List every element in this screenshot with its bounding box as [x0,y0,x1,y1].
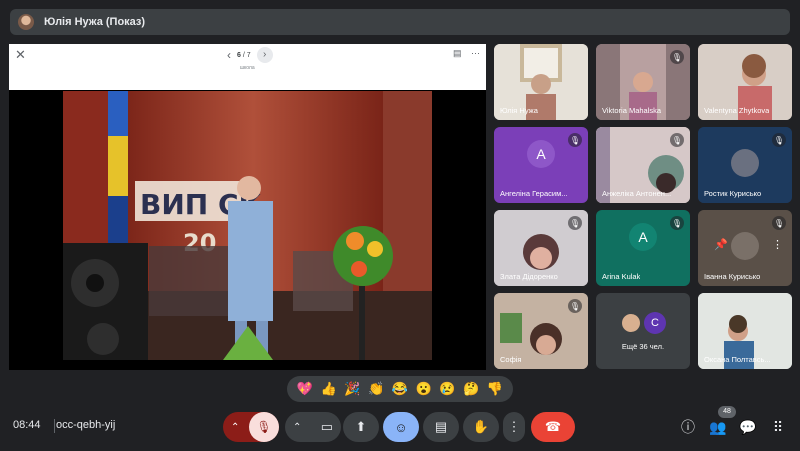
slide-subtitle: школа [240,65,255,71]
participants-count-badge: 48 [718,406,736,418]
participant-name: Ангеліна Герасим... [500,189,568,198]
participant-tile[interactable]: 🎙 Софія [494,293,588,369]
presentation-area: ✕ ‹ 6 / 7 › школа ▤ ⋯ ВИП СК 20 [9,44,486,370]
notes-icon[interactable]: ▤ [453,48,462,59]
participant-name: Ростик Курисько [704,189,762,198]
participant-name: Оксана Полтавсь... [704,355,771,364]
people-icon[interactable]: 👥 [709,418,727,436]
presentation-banner: Юлія Нужа (Показ) [10,9,790,35]
participant-avatar: A [629,223,657,252]
presentation-toolbar: ✕ ‹ 6 / 7 › школа ▤ ⋯ [9,44,486,90]
mic-off-icon: 🎙 [568,216,582,230]
mic-off-icon: 🎙 [772,216,786,230]
participant-tile[interactable]: A 🎙 Arina Kulak [596,210,690,286]
present-screen-icon: ⬆ [355,419,367,434]
captions-icon: ▤ [434,419,448,434]
mic-control-group: ⌃ 🎙 [223,412,279,442]
camera-control-group: ⌃ ▭ [285,412,341,442]
previous-slide-icon[interactable]: ‹ [227,48,231,62]
participant-tile[interactable]: Оксана Полтавсь... [698,293,792,369]
meeting-info-icon[interactable]: ⓘ [679,418,697,436]
reaction-clap[interactable]: 👏 [368,381,384,397]
activities-icon[interactable]: ⠿ [769,418,787,436]
clock: 08:44 [13,419,41,431]
raise-hand-button[interactable]: ✋ [463,412,499,442]
mic-off-icon: 🎙 [568,133,582,147]
reaction-heart[interactable]: 💖 [297,381,313,397]
participant-name: Іванна Курисько [704,272,761,281]
camera-icon[interactable]: ▭ [321,419,333,435]
participant-tile[interactable]: Valentyna Zhytkova [698,44,792,120]
next-slide-icon[interactable]: › [256,47,273,63]
hand-icon: ✋ [472,419,490,434]
participant-avatar: C [644,312,666,334]
participant-tile[interactable]: 🎙 Анжеліка Антонен... [596,127,690,203]
slide-navigation: ‹ 6 / 7 › [227,47,273,63]
control-bar: 08:44 occ-qebh-yij ⌃ 🎙 ⌃ ▭ ⬆ ☺ ▤ ✋ ⋮ ☎ ⓘ… [0,405,800,451]
reaction-thinking[interactable]: 🤔 [463,381,479,397]
slide-counter: 6 / 7 [237,51,251,59]
more-vert-icon: ⋮ [507,419,521,434]
presenter-avatar [18,14,34,30]
audio-options-chevron-icon[interactable]: ⌃ [231,422,239,433]
mic-off-icon[interactable]: 🎙 [249,412,279,442]
participant-tile[interactable]: 🎙 📌 ⋮ Іванна Курисько [698,210,792,286]
mic-off-icon: 🎙 [568,299,582,313]
meeting-code: occ-qebh-yij [56,419,116,431]
graduation-photo: ВИП СК 20 [63,91,432,360]
participant-avatar [620,312,642,334]
present-now-button[interactable]: ⬆ [343,412,379,442]
video-options-chevron-icon[interactable]: ⌃ [293,422,301,433]
emoji-icon: ☺ [394,419,408,435]
participant-tile[interactable]: 🎙 Ростик Курисько [698,127,792,203]
participant-name: Злата Дідоренко [500,272,558,281]
reaction-sad[interactable]: 😢 [439,381,455,397]
mic-off-icon: 🎙 [670,133,684,147]
reactions-bar: 💖 👍 🎉 👏 😂 😮 😢 🤔 👎 [287,376,513,402]
participant-name: Юлія Нужа [500,106,538,115]
pin-icon[interactable]: 📌 [714,238,728,251]
participant-avatar: А [527,140,555,169]
participant-tile[interactable]: А 🎙 Ангеліна Герасим... [494,127,588,203]
participant-tile[interactable]: 🎙 Viktoria Mahalska [596,44,690,120]
reaction-party[interactable]: 🎉 [344,381,360,397]
reaction-thumbs-down[interactable]: 👎 [487,381,503,397]
mic-off-icon: 🎙 [772,133,786,147]
more-participants-label: Ещё 36 чел. [621,342,665,351]
more-participants-tile[interactable]: C Ещё 36 чел. [596,293,690,369]
more-options-icon[interactable]: ⋯ [471,48,480,59]
more-options-button[interactable]: ⋮ [503,412,525,442]
close-icon[interactable]: ✕ [15,47,26,63]
reaction-surprised[interactable]: 😮 [416,381,432,397]
participant-name: Arina Kulak [602,272,641,281]
reaction-thumbs-up[interactable]: 👍 [321,381,337,397]
more-vert-icon[interactable]: ⋮ [772,238,783,251]
mic-off-icon: 🎙 [670,216,684,230]
participant-tile[interactable]: 🎙 Злата Дідоренко [494,210,588,286]
reactions-button[interactable]: ☺ [383,412,419,442]
leave-call-button[interactable]: ☎ [531,412,575,442]
mic-off-icon: 🎙 [670,50,684,64]
participant-name: Viktoria Mahalska [602,106,662,115]
participant-name: Анжеліка Антонен... [602,189,672,198]
participant-name: Софія [500,355,522,364]
presenter-title: Юлія Нужа (Показ) [44,16,146,28]
captions-button[interactable]: ▤ [423,412,459,442]
participant-name: Valentyna Zhytkova [704,106,770,115]
reaction-laugh[interactable]: 😂 [392,381,408,397]
hangup-icon: ☎ [544,419,562,434]
participant-tile[interactable]: Юлія Нужа [494,44,588,120]
chat-icon[interactable]: 💬 [739,418,757,436]
slide-photo: ВИП СК 20 [63,91,432,360]
divider [54,419,55,433]
